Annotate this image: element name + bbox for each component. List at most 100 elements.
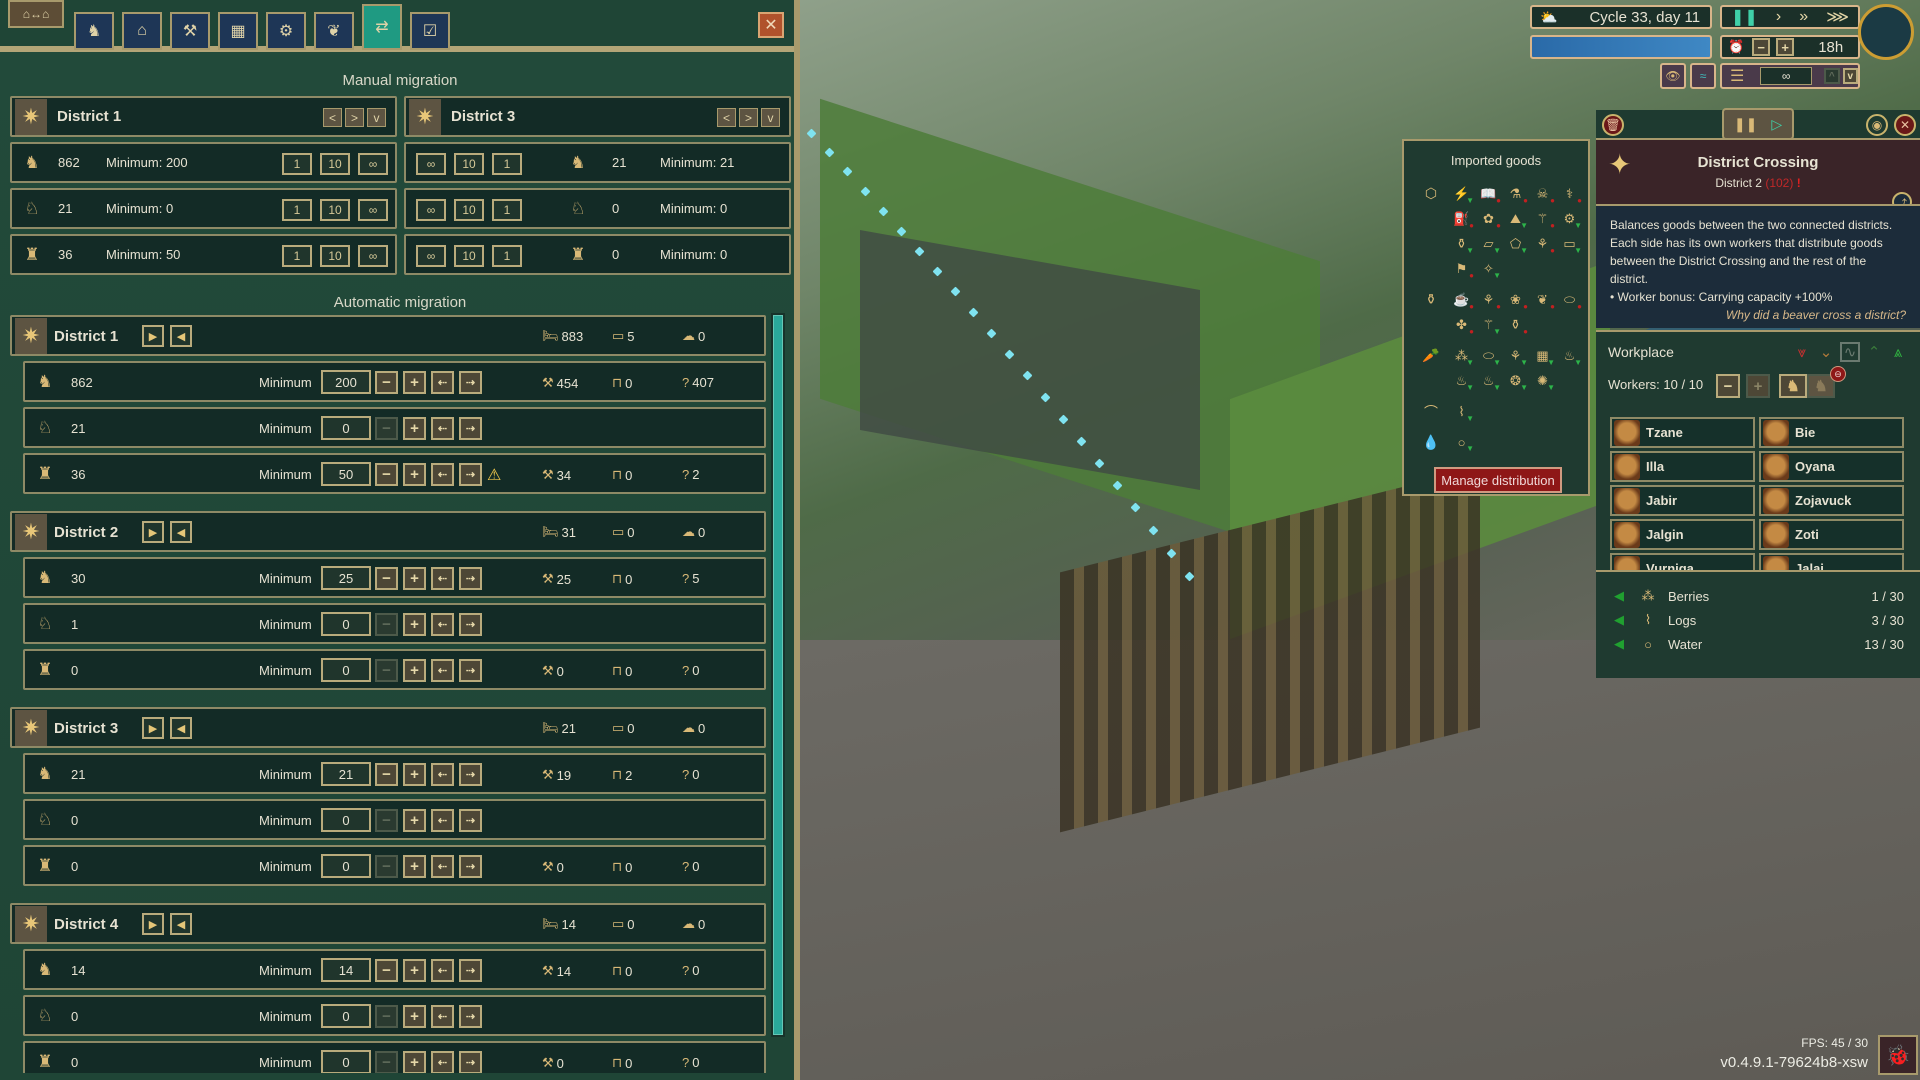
decrease-minimum-button[interactable]: −: [375, 1005, 398, 1028]
good-import-toggle[interactable]: ⚑ ●: [1448, 261, 1475, 280]
minimum-input[interactable]: [321, 566, 371, 590]
pause-building-button[interactable]: ❚❚: [1734, 116, 1757, 133]
allow-emigration-button[interactable]: ⇢: [459, 809, 482, 832]
worker-card[interactable]: Illa: [1610, 451, 1755, 482]
good-import-toggle[interactable]: ✧ ▼: [1475, 261, 1502, 280]
auto-export-toggle-button[interactable]: ▶: [142, 913, 164, 935]
good-import-toggle[interactable]: ⚕ ●: [1556, 186, 1583, 205]
good-import-toggle[interactable]: ○ ▼: [1448, 435, 1475, 453]
priority-high-button[interactable]: ⌃: [1864, 342, 1884, 362]
minimum-input[interactable]: [321, 462, 371, 486]
good-import-toggle[interactable]: 📖 ●: [1475, 186, 1502, 205]
delete-building-button[interactable]: 🗑: [1602, 114, 1624, 136]
good-import-toggle[interactable]: ☠ ●: [1529, 186, 1556, 205]
allow-emigration-button[interactable]: ⇢: [459, 1051, 482, 1073]
increase-minimum-button[interactable]: +: [403, 855, 426, 878]
close-building-panel-button[interactable]: ✕: [1894, 114, 1916, 136]
increase-minimum-button[interactable]: +: [403, 1005, 426, 1028]
increase-minimum-button[interactable]: +: [403, 809, 426, 832]
good-import-toggle[interactable]: ⬭ ▼: [1475, 348, 1502, 367]
good-import-toggle[interactable]: ⚗ ●: [1502, 186, 1529, 205]
allow-emigration-button[interactable]: ⇢: [459, 659, 482, 682]
good-import-toggle[interactable]: ♨ ▼: [1448, 373, 1475, 392]
receive-1-button[interactable]: 1: [492, 153, 522, 175]
receive-1-button[interactable]: 1: [492, 199, 522, 221]
tab-wellbeing[interactable]: ❦: [314, 12, 354, 50]
good-import-toggle[interactable]: ♨ ▼: [1475, 373, 1502, 392]
increase-minimum-button[interactable]: +: [403, 763, 426, 786]
auto-import-toggle-button[interactable]: ◀: [170, 913, 192, 935]
good-import-toggle[interactable]: ⌇ ▼: [1448, 404, 1475, 423]
migration-scrollbar[interactable]: [771, 313, 785, 1037]
allow-emigration-button[interactable]: ⇢: [459, 1005, 482, 1028]
tab-storage[interactable]: ▦: [218, 12, 258, 50]
priority-very-low-button[interactable]: ⩔: [1792, 342, 1812, 362]
good-import-toggle[interactable]: ⚘ ●: [1475, 292, 1502, 311]
speed-1-button[interactable]: ›: [1776, 8, 1781, 26]
minimum-input[interactable]: [321, 762, 371, 786]
priority-normal-button[interactable]: ∿: [1840, 342, 1860, 362]
manage-distribution-button[interactable]: Manage distribution: [1434, 467, 1562, 493]
prev-district-button[interactable]: <: [717, 108, 736, 127]
auto-import-toggle-button[interactable]: ◀: [170, 521, 192, 543]
district-dropdown-button[interactable]: v: [761, 108, 780, 127]
increase-minimum-button[interactable]: +: [403, 463, 426, 486]
good-import-toggle[interactable]: ❦ ●: [1529, 292, 1556, 311]
increase-minimum-button[interactable]: +: [403, 613, 426, 636]
tab-distribution[interactable]: ☑: [410, 12, 450, 50]
minimum-input[interactable]: [321, 1050, 371, 1073]
increase-workers-button[interactable]: +: [1746, 374, 1770, 398]
good-import-toggle[interactable]: ▱ ▼: [1475, 236, 1502, 255]
follow-building-button[interactable]: ◉: [1866, 114, 1888, 136]
priority-low-button[interactable]: ⌄: [1816, 342, 1836, 362]
speed-3-button[interactable]: ⋙: [1826, 7, 1849, 27]
decrease-minimum-button[interactable]: −: [375, 371, 398, 394]
send-all-button[interactable]: ∞: [358, 199, 388, 221]
tab-migration[interactable]: ⇄: [362, 4, 402, 50]
auto-export-toggle-button[interactable]: ▶: [142, 521, 164, 543]
allow-immigration-button[interactable]: ⇠: [431, 763, 454, 786]
good-import-toggle[interactable]: ⚚ ●: [1529, 211, 1556, 230]
decrease-minimum-button[interactable]: −: [375, 659, 398, 682]
layer-up-button[interactable]: ^: [1824, 68, 1840, 84]
decrease-minimum-button[interactable]: −: [375, 809, 398, 832]
next-district-button[interactable]: >: [345, 108, 364, 127]
good-import-toggle[interactable]: ✤ ●: [1448, 317, 1475, 336]
import-toggle-button[interactable]: ◀: [1614, 636, 1636, 652]
auto-import-toggle-button[interactable]: ◀: [170, 325, 192, 347]
increase-minimum-button[interactable]: +: [403, 1051, 426, 1073]
tab-workplaces[interactable]: ⚒: [170, 12, 210, 50]
tab-population[interactable]: ♞: [74, 12, 114, 50]
worker-type-adult-button[interactable]: ♞: [1779, 374, 1807, 398]
decrease-minimum-button[interactable]: −: [375, 613, 398, 636]
minimum-input[interactable]: [321, 370, 371, 394]
receive-all-button[interactable]: ∞: [416, 153, 446, 175]
good-import-toggle[interactable]: ⚘ ▼: [1502, 348, 1529, 367]
minimum-input[interactable]: [321, 854, 371, 878]
increase-minimum-button[interactable]: +: [403, 959, 426, 982]
send-1-button[interactable]: 1: [282, 153, 312, 175]
allow-emigration-button[interactable]: ⇢: [459, 567, 482, 590]
good-import-toggle[interactable]: ❀ ●: [1502, 292, 1529, 311]
receive-10-button[interactable]: 10: [454, 199, 484, 221]
decrease-minimum-button[interactable]: −: [375, 855, 398, 878]
allow-emigration-button[interactable]: ⇢: [459, 371, 482, 394]
decrease-minimum-button[interactable]: −: [375, 417, 398, 440]
good-import-toggle[interactable]: ✺ ▼: [1529, 373, 1556, 392]
decrease-minimum-button[interactable]: −: [375, 763, 398, 786]
good-import-toggle[interactable]: ⚚ ▼: [1475, 317, 1502, 336]
send-all-button[interactable]: ∞: [358, 153, 388, 175]
send-all-button[interactable]: ∞: [358, 245, 388, 267]
send-10-button[interactable]: 10: [320, 199, 350, 221]
minimum-input[interactable]: [321, 416, 371, 440]
allow-emigration-button[interactable]: ⇢: [459, 463, 482, 486]
worker-card[interactable]: Bie: [1759, 417, 1904, 448]
good-import-toggle[interactable]: ✿ ●: [1475, 211, 1502, 230]
district-dropdown-button[interactable]: v: [367, 108, 386, 127]
good-import-toggle[interactable]: ☕ ●: [1448, 292, 1475, 311]
good-import-toggle[interactable]: ⚡ ▼: [1448, 186, 1475, 205]
allow-immigration-button[interactable]: ⇠: [431, 1005, 454, 1028]
good-import-toggle[interactable]: ⚱ ▼: [1448, 236, 1475, 255]
worker-card[interactable]: Jalgin: [1610, 519, 1755, 550]
allow-immigration-button[interactable]: ⇠: [431, 1051, 454, 1073]
